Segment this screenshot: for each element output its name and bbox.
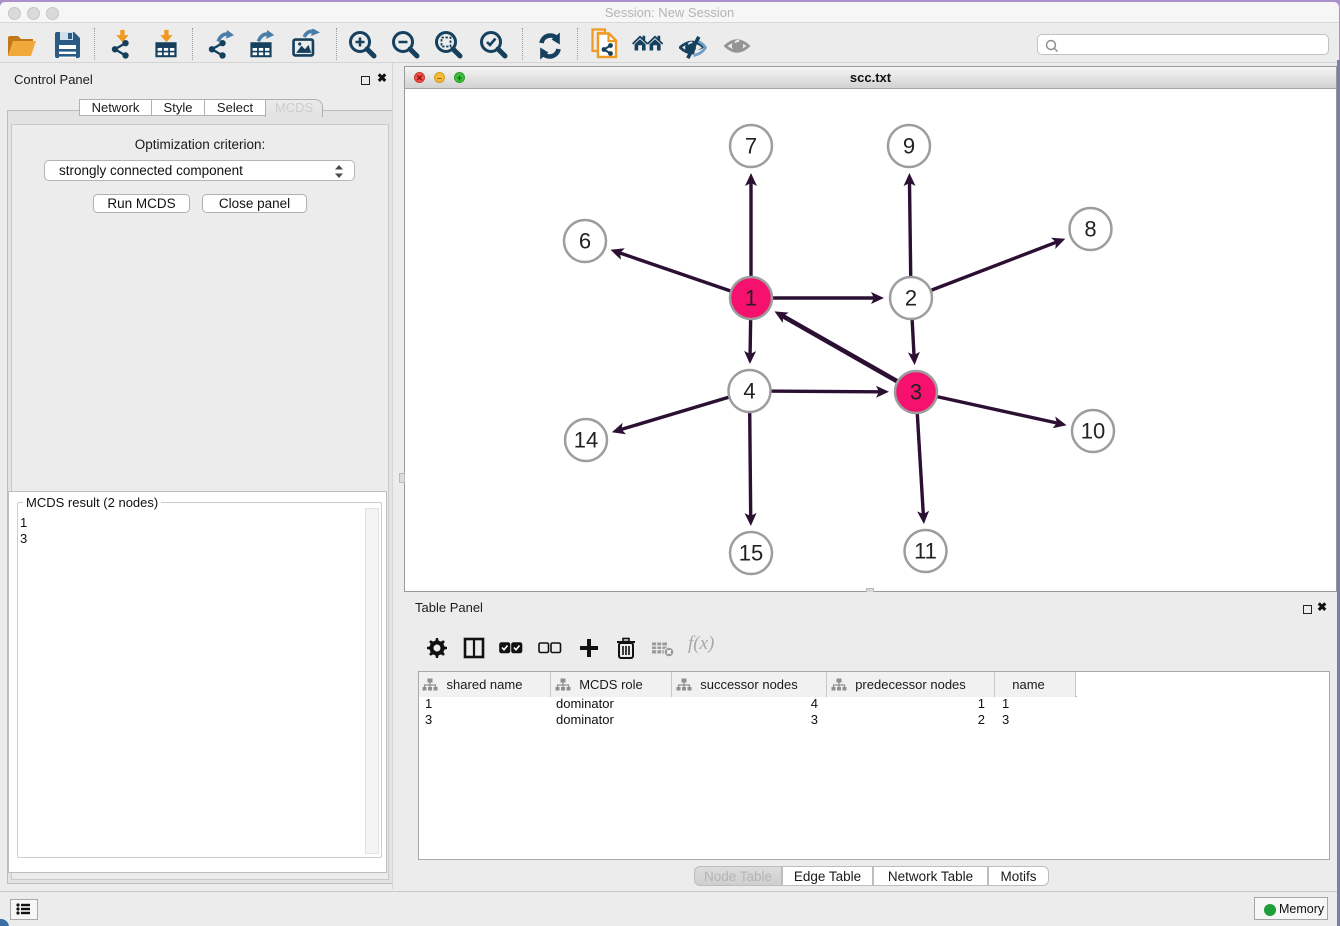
- svg-text:1: 1: [745, 286, 757, 311]
- svg-text:9: 9: [903, 134, 915, 159]
- svg-text:14: 14: [574, 428, 598, 453]
- svg-text:3: 3: [910, 380, 922, 405]
- svg-text:15: 15: [739, 541, 763, 566]
- svg-text:8: 8: [1084, 217, 1096, 242]
- svg-text:4: 4: [743, 379, 755, 404]
- svg-text:11: 11: [914, 539, 937, 564]
- svg-text:10: 10: [1081, 419, 1105, 444]
- svg-text:6: 6: [579, 229, 591, 254]
- svg-text:2: 2: [905, 286, 917, 311]
- svg-text:7: 7: [745, 134, 757, 159]
